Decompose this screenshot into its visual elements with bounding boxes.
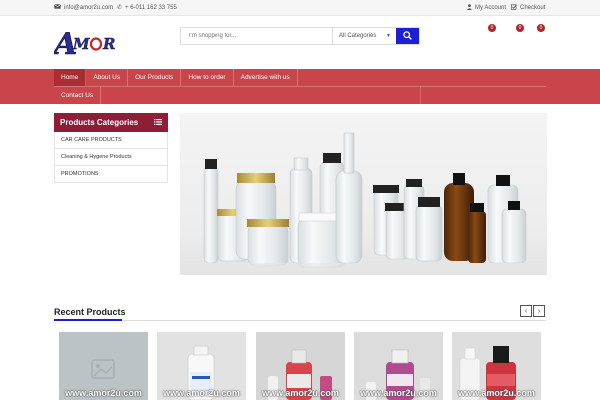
watermark-text: www.amor2u.com (360, 388, 437, 398)
top-bar: info@amor2u.com ✆ + 6-011 162 33 755 My … (0, 0, 600, 16)
svg-text:R: R (102, 35, 115, 53)
my-account-text: My Account (475, 5, 507, 11)
user-icon (467, 4, 472, 12)
chevron-left-icon: ‹ (524, 307, 528, 315)
recent-products-title: Recent Products (54, 307, 126, 317)
main-nav: Home About Us Our Products How to order … (0, 69, 600, 104)
chevron-right-icon: › (537, 307, 541, 315)
categories-title: Products Categories (60, 118, 139, 127)
nav-item-contact-us[interactable]: Contact Us (54, 87, 102, 104)
checkout-text: Checkout (520, 5, 546, 11)
nav-item-how-to-order[interactable]: How to order (181, 69, 234, 86)
header-badge[interactable]: 0 (516, 24, 524, 32)
header-badge[interactable]: 0 (537, 24, 545, 32)
phone-text: + 6-011 162 33 755 (125, 4, 177, 11)
header-badge[interactable]: 0 (488, 24, 496, 32)
section-divider (54, 320, 546, 321)
category-select[interactable]: All Categories ▼ (332, 28, 396, 44)
nav-row: Home About Us Our Products How to order … (54, 69, 298, 86)
checkout-icon (511, 4, 517, 12)
watermark-text: www.amor2u.com (163, 388, 240, 398)
product-card[interactable]: www.amor2u.com (354, 332, 443, 400)
product-card[interactable]: www.amor2u.com (452, 332, 541, 400)
email-link[interactable]: info@amor2u.com (54, 4, 113, 11)
watermark-text: www.amor2u.com (458, 388, 535, 398)
carousel-next-button[interactable]: › (533, 305, 545, 317)
dropdown-arrow-icon: ▼ (386, 33, 391, 39)
nav-divider (54, 86, 546, 87)
email-text: info@amor2u.com (64, 4, 114, 11)
envelope-icon (54, 4, 61, 11)
page: info@amor2u.com ✆ + 6-011 162 33 755 My … (0, 0, 600, 400)
checkout-link[interactable]: Checkout (511, 4, 545, 12)
product-card[interactable]: www.amor2u.com (157, 332, 246, 400)
search-input[interactable] (181, 28, 332, 44)
nav-divider (420, 86, 421, 104)
nav-item-our-products[interactable]: Our Products (128, 69, 182, 86)
product-card[interactable]: www.amor2u.com (256, 332, 345, 400)
search-icon (403, 27, 412, 45)
my-account-link[interactable]: My Account (467, 4, 506, 12)
svg-text:M: M (72, 35, 90, 53)
product-categories: Products Categories CAR CARE PRODUCTS Cl… (54, 113, 168, 183)
product-card[interactable]: www.amor2u.com (59, 332, 148, 400)
category-select-value: All Categories (339, 33, 377, 39)
nav-item-advertise[interactable]: Advertise with us (234, 69, 298, 86)
search-button[interactable] (396, 28, 419, 44)
category-item-promotions[interactable]: PROMOTIONS (54, 166, 168, 183)
phone-icon: ✆ (117, 5, 123, 11)
phone-link[interactable]: ✆ + 6-011 162 33 755 (117, 4, 177, 12)
categories-header: Products Categories (54, 113, 168, 132)
category-item-car-care[interactable]: CAR CARE PRODUCTS (54, 132, 168, 149)
nav-item-home[interactable]: Home (54, 69, 87, 86)
title-underline (54, 319, 122, 321)
category-item-cleaning[interactable]: Cleaning & Hygene Products (54, 149, 168, 166)
carousel-prev-button[interactable]: ‹ (520, 305, 532, 317)
search-bar: All Categories ▼ (180, 27, 420, 45)
site-logo[interactable]: A M R (51, 27, 124, 63)
nav-row: Contact Us (54, 87, 102, 104)
hero-banner-image[interactable] (180, 113, 547, 275)
list-icon (154, 118, 162, 127)
nav-item-about-us[interactable]: About Us (86, 69, 129, 86)
watermark-text: www.amor2u.com (262, 388, 339, 398)
watermark-text: www.amor2u.com (65, 388, 142, 398)
